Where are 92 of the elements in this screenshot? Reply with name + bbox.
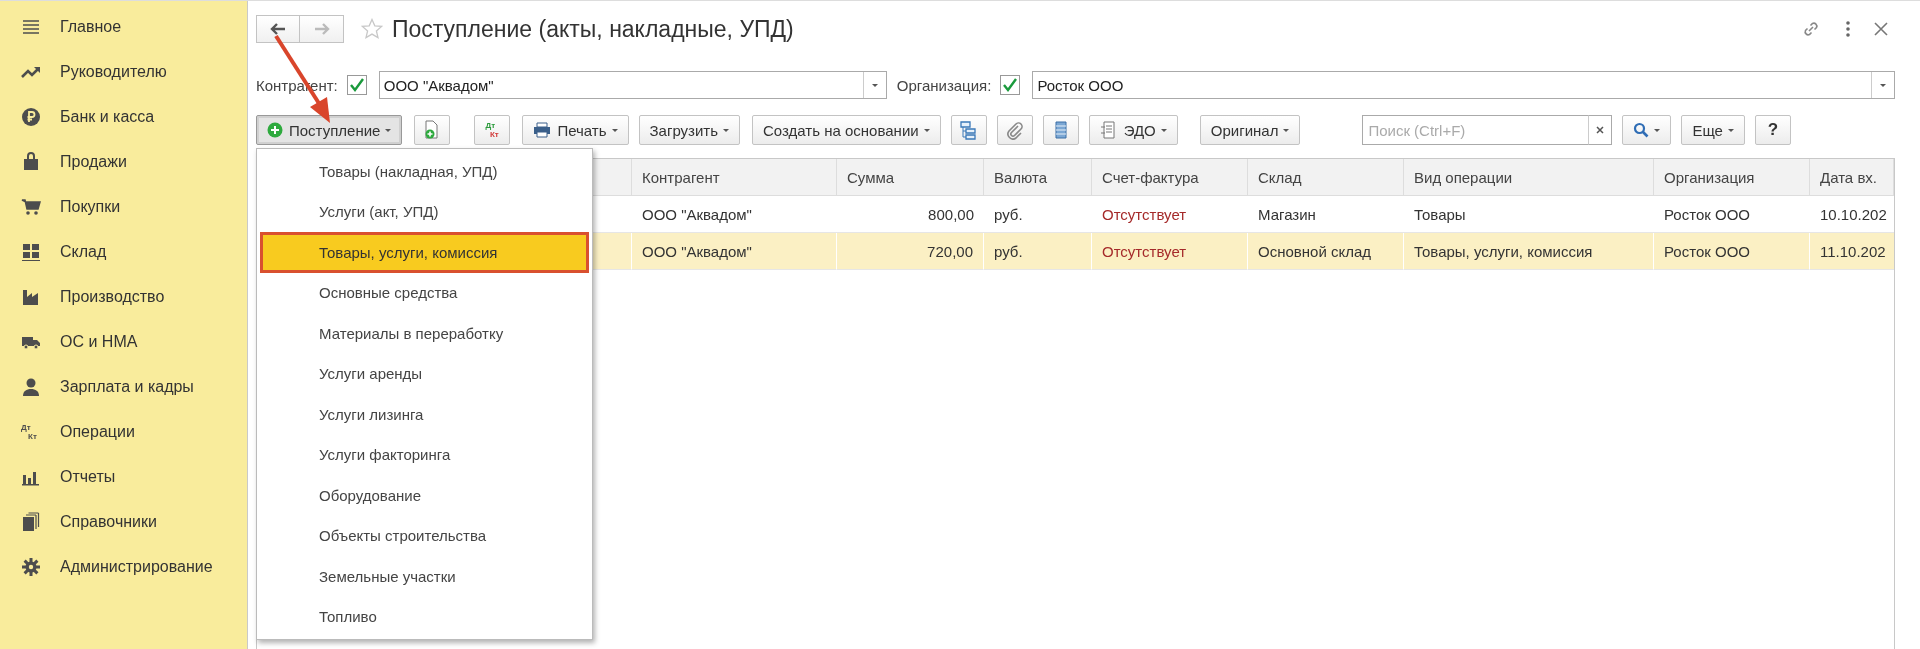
pages-icon (21, 511, 41, 532)
cart-icon (21, 196, 41, 217)
sidebar-item[interactable]: Продажи (0, 139, 247, 184)
menu-item[interactable]: Услуги факторинга (257, 434, 592, 475)
table-cell: 11.10.202 (1810, 233, 1894, 270)
list-button[interactable] (1042, 115, 1079, 145)
structure-button[interactable] (950, 115, 987, 145)
table-cell: Товары, услуги, комиссия (1404, 233, 1654, 270)
table-cell: Основной склад (1248, 233, 1404, 270)
bag-icon (21, 151, 41, 172)
back-arrow-icon (270, 23, 286, 35)
paperclip-button[interactable] (996, 115, 1033, 145)
sidebar-item[interactable]: Производство (0, 274, 247, 319)
caret-icon (723, 128, 730, 132)
table-cell: Росток ООО (1654, 233, 1810, 270)
column-header: Сумма (837, 159, 984, 196)
sidebar-item[interactable]: Зарплата и кадры (0, 364, 247, 409)
sidebar-item[interactable]: Справочники (0, 499, 247, 544)
settings-icon (21, 556, 41, 577)
sidebar-item[interactable]: Отчеты (0, 454, 247, 499)
sidebar-item[interactable]: Склад (0, 229, 247, 274)
column-header: Валюта (984, 159, 1092, 196)
ruble-coin-icon (21, 106, 41, 127)
toolbar-button[interactable]: Еще (1681, 115, 1745, 145)
filter-field[interactable]: ООО "Аквадом" (378, 71, 887, 99)
table-cell: 720,00 (837, 233, 984, 270)
filter-checkbox[interactable] (1000, 75, 1021, 95)
help-button[interactable]: ? (1754, 115, 1791, 145)
caret-icon (1160, 128, 1167, 132)
caret-icon (1727, 128, 1734, 132)
menu-item[interactable]: Оборудование (257, 475, 592, 516)
table-cell: руб. (984, 233, 1092, 270)
toolbar-button[interactable]: ЭДО (1088, 115, 1178, 145)
blocks-icon (21, 241, 41, 262)
search-button[interactable] (1622, 115, 1672, 145)
menu-item[interactable]: Топливо (257, 596, 592, 637)
column-header: Счет-фактура (1092, 159, 1248, 196)
sidebar-item[interactable]: Главное (0, 4, 247, 49)
column-header: Склад (1248, 159, 1404, 196)
create-button[interactable]: Поступление (256, 115, 403, 145)
menu-item[interactable]: Товары (накладная, УПД) (257, 151, 592, 192)
column-header: Дата вх. (1810, 159, 1894, 196)
menu-item[interactable]: Товары, услуги, комиссия (260, 232, 589, 273)
window-title: Поступление (акты, накладные, УПД) (392, 15, 794, 43)
menu-item[interactable]: Услуги лизинга (257, 394, 592, 435)
toolbar-button[interactable]: Печать (522, 115, 629, 145)
debit-credit-icon: Дт Кт (21, 422, 41, 441)
sidebar-item[interactable]: Руководителю (0, 49, 247, 94)
clear-button[interactable] (1588, 115, 1613, 145)
close-icon[interactable] (1873, 21, 1889, 37)
filter-label: Организация: (896, 76, 992, 94)
column-header: Контрагент (632, 159, 837, 196)
search-icon (1633, 122, 1650, 138)
menu-item[interactable]: Объекты строительства (257, 515, 592, 556)
clear-icon (1596, 126, 1605, 134)
table-cell: ООО "Аквадом" (632, 233, 837, 270)
filter-checkbox[interactable] (346, 75, 367, 95)
printer-icon (533, 122, 552, 138)
filter-field[interactable]: Росток ООО (1032, 71, 1895, 99)
column-header: Организация (1654, 159, 1810, 196)
table-cell: Отсутствует (1092, 233, 1248, 270)
star-icon[interactable] (361, 18, 383, 40)
sidebar-item[interactable]: Дт Кт Операции (0, 409, 247, 454)
structure-icon (958, 120, 979, 140)
menu-item[interactable]: Услуги аренды (257, 353, 592, 394)
sidebar-item[interactable]: Покупки (0, 184, 247, 229)
forward-arrow-icon (313, 23, 330, 35)
debit-credit-button[interactable]: Дт Кт (474, 115, 511, 145)
document-arrows-icon (1099, 121, 1118, 139)
paperclip-icon (1004, 120, 1025, 140)
sidebar-item[interactable]: Банк и касса (0, 94, 247, 139)
document-plus-button[interactable] (414, 115, 451, 145)
menu-item[interactable]: Основные средства (257, 272, 592, 313)
menu-item[interactable]: Материалы в переработку (257, 313, 592, 354)
plus-circle-icon (267, 122, 283, 138)
caret-icon (1654, 128, 1661, 132)
caret-icon (611, 128, 618, 132)
search-field[interactable]: Поиск (Ctrl+F) (1362, 115, 1589, 145)
menu-item[interactable]: Земельные участки (257, 556, 592, 597)
column-header: Вид операции (1404, 159, 1654, 196)
toolbar-button[interactable]: Создать на основании (752, 115, 941, 145)
toolbar-button[interactable]: Загрузить (638, 115, 741, 145)
more-icon[interactable] (1845, 20, 1851, 38)
link-icon[interactable] (1801, 19, 1821, 39)
caret-icon (1283, 128, 1290, 132)
back-button[interactable] (256, 15, 300, 43)
person-icon (21, 376, 41, 397)
caret-icon (385, 128, 392, 132)
sidebar-item[interactable]: ОС и НМА (0, 319, 247, 364)
sidebar-item[interactable]: Администрирование (0, 544, 247, 589)
caret-icon (923, 128, 930, 132)
toolbar-button[interactable]: Оригинал (1199, 115, 1301, 145)
